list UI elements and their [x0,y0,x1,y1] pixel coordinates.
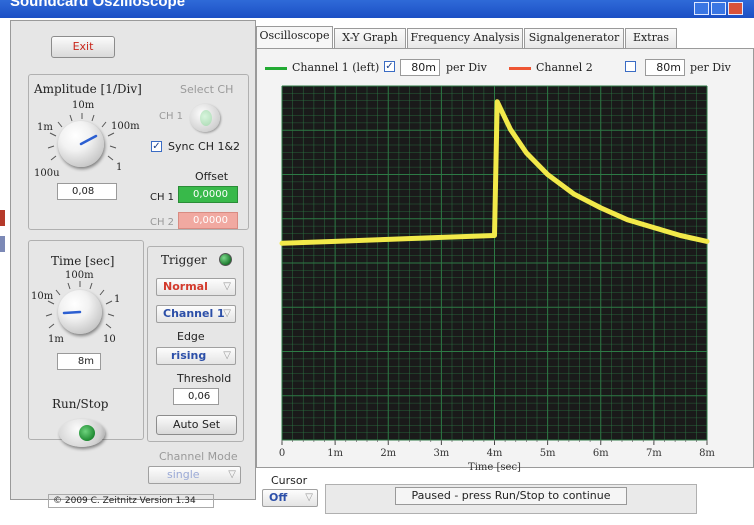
offset-title: Offset [195,170,229,183]
x-tick-label: 5m [540,448,556,459]
ch2-legend-swatch [509,67,531,70]
ch2-legend-label: Channel 2 [536,61,593,74]
x-tick-label: 4m [487,448,503,459]
minimize-button[interactable] [694,2,709,15]
title-bar: Soundcard Oszilloscope [0,0,754,18]
offset-ch2-label: CH 2 [150,217,175,228]
select-ch-title: Select CH [180,83,234,96]
trigger-led-icon [219,253,232,266]
time-knob[interactable] [58,290,102,334]
ch1-legend-swatch [265,67,287,70]
amplitude-title: Amplitude [1/Div] [34,82,142,96]
offset-ch1-control[interactable]: ▲▼ 0,0000 [178,186,238,204]
chevron-down-icon: ▽ [228,469,236,480]
chevron-down-icon: ▽ [223,281,231,292]
offset-ch2-field[interactable]: 0,0000 [178,212,238,229]
channel-mode-title: Channel Mode [159,450,238,463]
desktop-edge-icon [0,236,5,252]
run-indicator-icon [79,425,95,441]
trigger-mode-dropdown[interactable]: Normal ▽ [156,278,236,296]
tab-extras[interactable]: Extras [625,28,677,48]
trigger-channel-value: Channel 1 [163,307,225,320]
sync-label: Sync CH 1&2 [168,140,241,153]
knob-pointer-icon [79,134,98,146]
ch1-legend-label: Channel 1 (left) [292,61,380,74]
ch1-per-div-field[interactable]: 80m [400,59,440,76]
runstop-label: Run/Stop [52,397,109,411]
trigger-channel-dropdown[interactable]: Channel 1 ▽ [156,305,236,323]
tab-signalgenerator[interactable]: Signalgenerator [524,28,624,48]
offset-ch1-field[interactable]: 0,0000 [178,186,238,203]
x-tick-label: 3m [433,448,449,459]
select-ch-toggle[interactable] [190,104,220,132]
x-tick-label: 6m [593,448,609,459]
tab-oscilloscope[interactable]: Oscilloscope [256,26,333,49]
cursor-dropdown[interactable]: Off ▽ [262,489,318,507]
led-icon [200,110,212,126]
maximize-button[interactable] [711,2,726,15]
time-title: Time [sec] [51,254,115,268]
offset-ch2-control[interactable]: ▲▼ 0,0000 [178,212,238,230]
trigger-edge-dropdown[interactable]: rising ▽ [156,347,236,365]
ch1-enable-checkbox[interactable]: ✓ [384,61,395,72]
offset-ch1-label: CH 1 [150,192,175,203]
chevron-down-icon: ▽ [223,308,231,319]
chevron-down-icon: ▽ [305,492,313,503]
desktop-edge-icon [0,210,5,226]
threshold-value-field[interactable]: 0,06 [173,388,219,405]
x-axis-label: Time [sec] [468,462,521,473]
x-tick-label: 8m [699,448,715,459]
edge-title: Edge [177,330,205,343]
threshold-value-control[interactable]: ▲▼ 0,06 [173,388,219,405]
tab-frequency-analysis[interactable]: Frequency Analysis [407,28,523,48]
ch2-per-div-field[interactable]: 80m [645,59,685,76]
chevron-down-icon: ▽ [223,350,231,361]
time-value-control[interactable]: ▲▼ 8m [57,353,101,370]
version-footer: © 2009 C. Zeitnitz Version 1.34 [48,494,214,508]
window-title: Soundcard Oszilloscope [10,0,186,10]
trigger-group [147,246,244,442]
ch1-per-div-label: per Div [446,61,487,74]
select-ch1-label: CH 1 [159,111,184,122]
trigger-mode-value: Normal [163,280,208,293]
exit-button[interactable]: Exit [51,36,115,58]
oscilloscope-chart[interactable]: 0 1m 2m 3m 4m 5m 6m 7m 8m Time [sec] [268,84,734,476]
threshold-title: Threshold [177,372,232,385]
cursor-value: Off [269,491,288,504]
amplitude-knob[interactable] [58,121,104,167]
channel-mode-dropdown[interactable]: single ▽ [148,466,241,484]
time-value-field[interactable]: 8m [57,353,101,370]
tab-xy-graph[interactable]: X-Y Graph [334,28,406,48]
close-button[interactable] [728,2,743,15]
amplitude-value-field[interactable]: 0,08 [57,183,117,200]
amplitude-value-control[interactable]: ▲▼ 0,08 [57,183,117,200]
knob-pointer-icon [62,310,82,315]
status-text: Paused - press Run/Stop to continue [395,487,627,505]
x-tick-label: 1m [327,448,343,459]
runstop-button[interactable] [59,419,105,447]
sync-checkbox[interactable]: ✓ [151,141,162,152]
auto-set-button[interactable]: Auto Set [156,415,237,435]
trigger-title: Trigger [161,253,207,267]
trigger-edge-value: rising [171,349,207,362]
x-tick-label: 0 [279,448,285,459]
ch2-enable-checkbox[interactable] [625,61,636,72]
x-tick-label: 7m [646,448,662,459]
channel-mode-value: single [167,468,200,481]
cursor-title: Cursor [271,474,308,487]
ch2-per-div-label: per Div [690,61,731,74]
x-tick-label: 2m [380,448,396,459]
